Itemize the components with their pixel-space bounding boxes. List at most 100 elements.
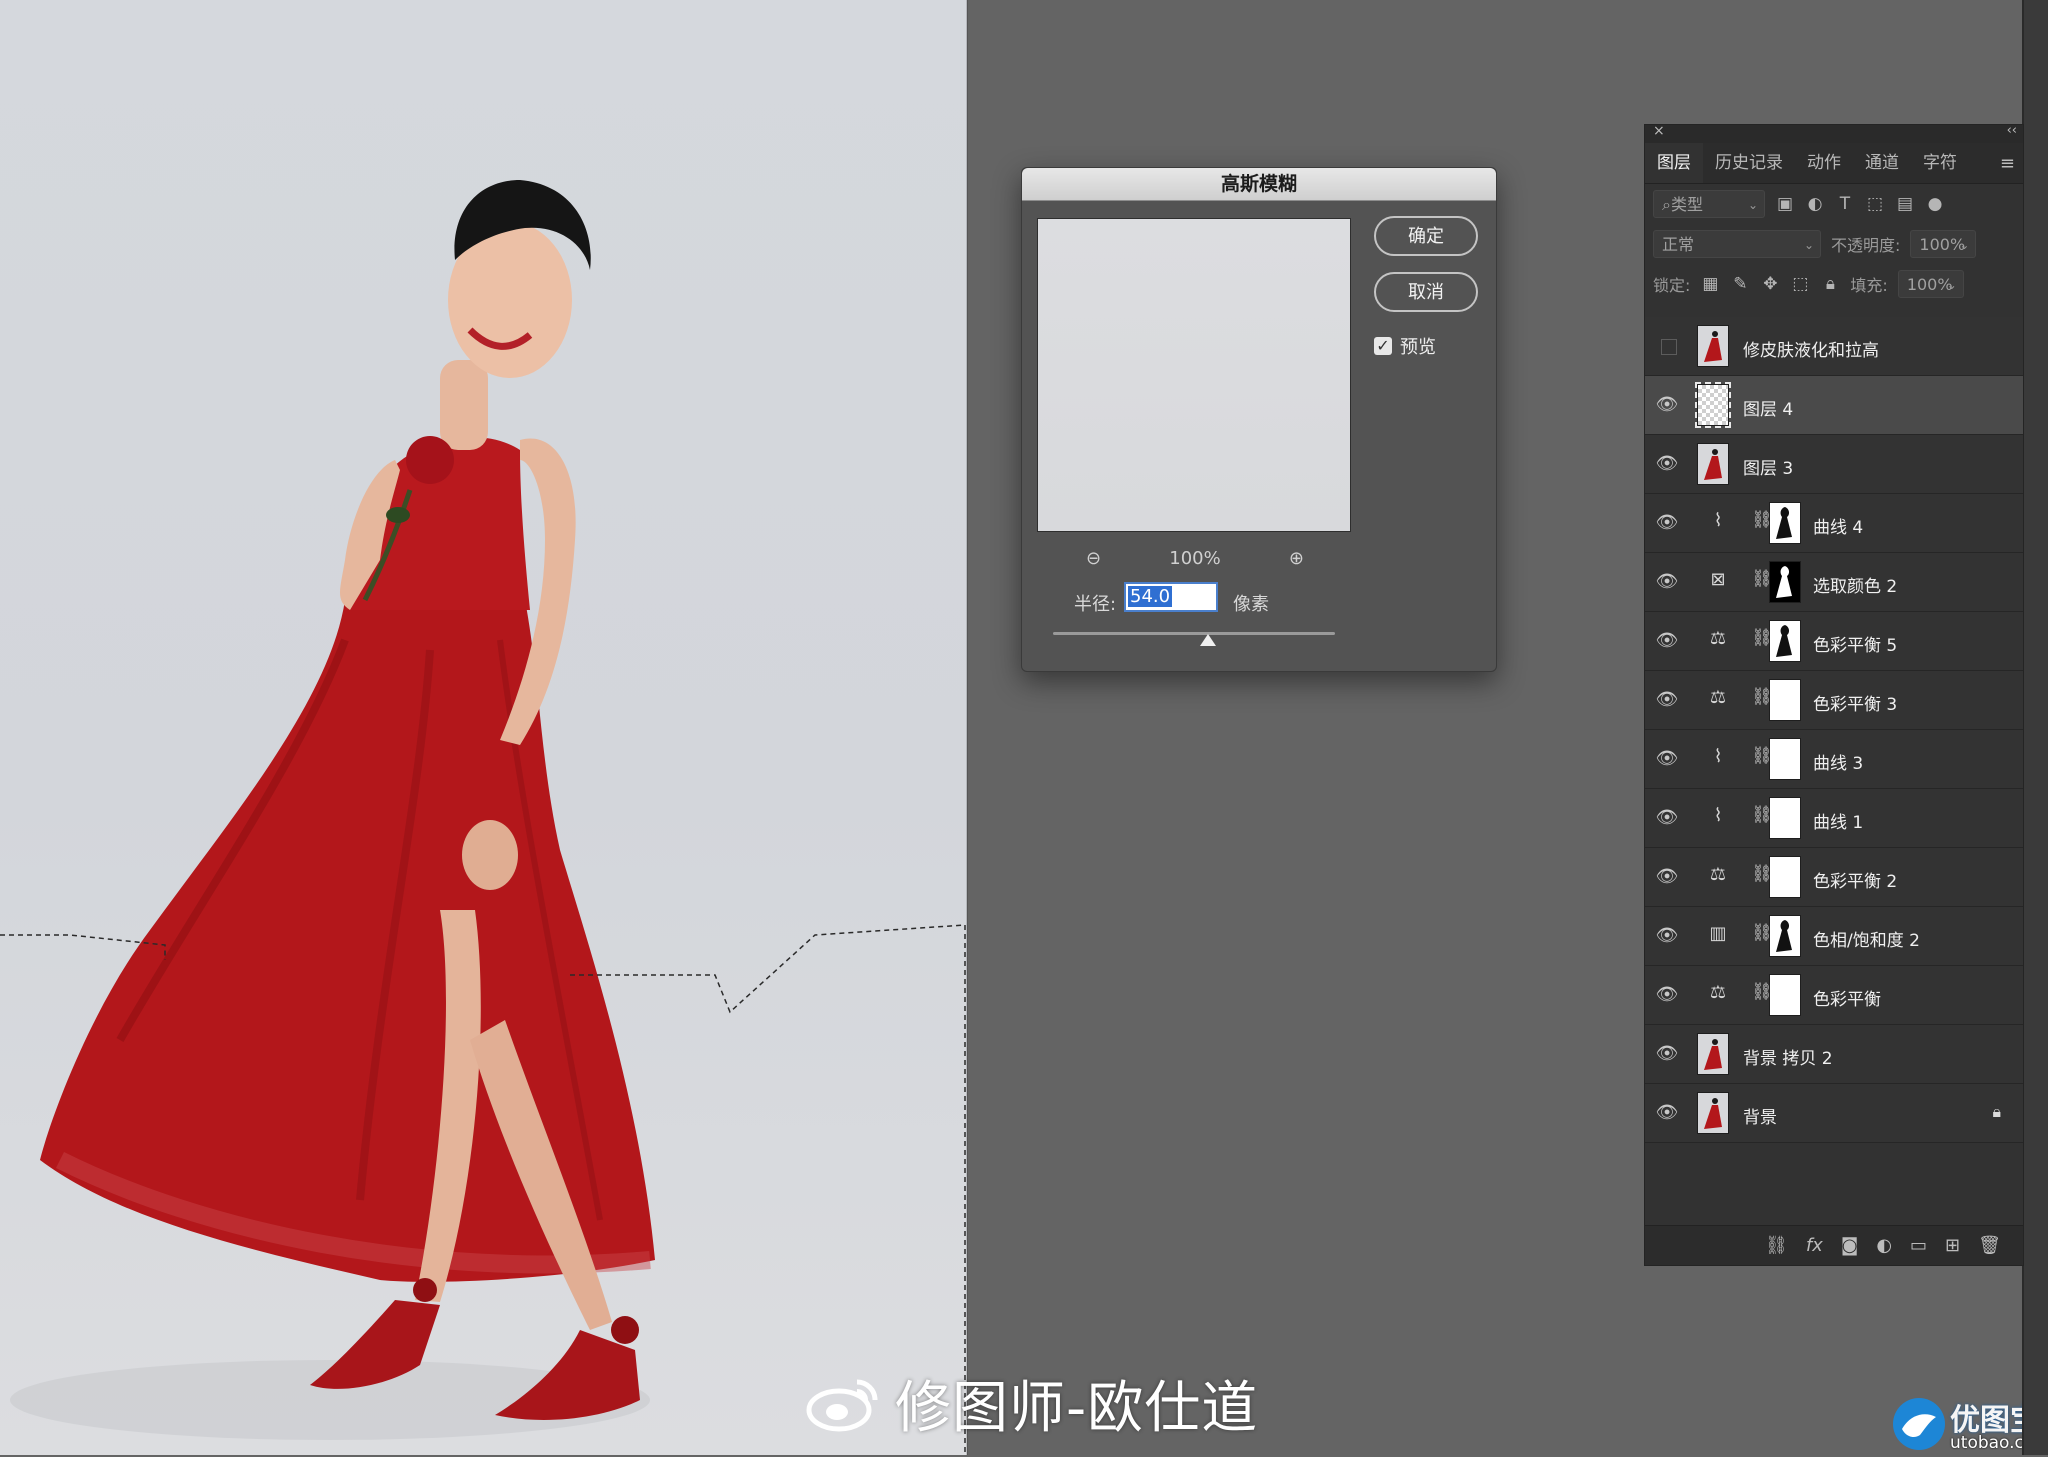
layer-mask-thumbnail[interactable] — [1769, 797, 1801, 839]
curves-icon[interactable]: ⌇ — [1705, 746, 1731, 767]
curves-icon[interactable]: ⌇ — [1705, 805, 1731, 826]
layer-row[interactable]: 👁︎ ⌇ ⛓︎ 曲线 4 — [1645, 494, 2023, 553]
visibility-eye-icon[interactable]: 👁︎ — [1655, 984, 1679, 1005]
color-balance-icon[interactable]: ⚖︎ — [1705, 687, 1731, 708]
lock-transparent-icon[interactable]: ▦ — [1700, 274, 1720, 294]
dialog-title[interactable]: 高斯模糊 — [1022, 168, 1496, 201]
filter-toggle-icon[interactable]: ● — [1925, 194, 1945, 214]
layer-mask-thumbnail[interactable] — [1769, 620, 1801, 662]
visibility-eye-icon[interactable]: 👁︎ — [1655, 689, 1679, 710]
new-group-icon[interactable]: ▭ — [1910, 1235, 1927, 1256]
layer-name[interactable]: 修皮肤液化和拉高 — [1743, 336, 1879, 361]
layer-name[interactable]: 曲线 3 — [1813, 749, 1863, 774]
tab-character[interactable]: 字符 — [1911, 143, 1969, 183]
preview-checkbox-group[interactable]: ✓ 预览 — [1374, 333, 1436, 359]
layer-name[interactable]: 色彩平衡 2 — [1813, 867, 1897, 892]
layer-thumbnail[interactable] — [1697, 1092, 1729, 1134]
layer-thumbnail[interactable] — [1697, 1033, 1729, 1075]
filter-shape-icon[interactable]: ⬚ — [1865, 194, 1885, 214]
selective-color-icon[interactable]: ⊠ — [1705, 569, 1731, 590]
radius-input[interactable]: 54.0 — [1124, 582, 1218, 612]
layer-name[interactable]: 曲线 4 — [1813, 513, 1863, 538]
filter-pixel-icon[interactable]: ▣ — [1775, 194, 1795, 214]
layer-name[interactable]: 色彩平衡 3 — [1813, 690, 1897, 715]
lock-paint-icon[interactable]: ✎ — [1730, 274, 1750, 294]
hue-saturation-icon[interactable]: ▥ — [1705, 923, 1731, 944]
visibility-eye-icon[interactable]: 👁︎ — [1655, 748, 1679, 769]
cancel-button[interactable]: 取消 — [1374, 272, 1478, 312]
layer-row[interactable]: 👁︎ ⊠ ⛓︎ 选取颜色 2 — [1645, 553, 2023, 612]
layer-thumbnail[interactable] — [1697, 443, 1729, 485]
layer-name[interactable]: 选取颜色 2 — [1813, 572, 1897, 597]
layer-row[interactable]: 修皮肤液化和拉高 — [1645, 317, 2023, 376]
visibility-eye-icon[interactable]: 👁︎ — [1655, 1102, 1679, 1123]
layer-row[interactable]: 👁︎ 图层 3 — [1645, 435, 2023, 494]
zoom-in-icon[interactable]: ⊕ — [1289, 548, 1304, 569]
opacity-field[interactable]: 100% ⌄ — [1910, 230, 1977, 258]
filter-smart-icon[interactable]: ▤ — [1895, 194, 1915, 214]
color-balance-icon[interactable]: ⚖︎ — [1705, 628, 1731, 649]
layer-thumbnail[interactable] — [1695, 382, 1731, 428]
layer-name[interactable]: 图层 3 — [1743, 454, 1793, 479]
new-adjustment-icon[interactable]: ◐ — [1876, 1235, 1892, 1256]
delete-layer-icon[interactable]: 🗑︎ — [1978, 1235, 2001, 1256]
radius-slider-thumb[interactable] — [1200, 634, 1217, 646]
new-layer-icon[interactable]: ⊞ — [1945, 1235, 1960, 1256]
layer-name[interactable]: 曲线 1 — [1813, 808, 1863, 833]
color-balance-icon[interactable]: ⚖︎ — [1705, 864, 1731, 885]
layer-row[interactable]: 👁︎ ⚖︎ ⛓︎ 色彩平衡 5 — [1645, 612, 2023, 671]
layer-style-icon[interactable]: fx — [1806, 1235, 1823, 1256]
visibility-eye-icon[interactable]: 👁︎ — [1655, 453, 1679, 474]
tab-layers[interactable]: 图层 — [1645, 143, 1703, 183]
curves-icon[interactable]: ⌇ — [1705, 510, 1731, 531]
zoom-out-icon[interactable]: ⊖ — [1086, 548, 1101, 569]
visibility-eye-icon[interactable]: 👁︎ — [1655, 630, 1679, 651]
layer-row[interactable]: 👁︎ ▥ ⛓︎ 色相/饱和度 2 — [1645, 907, 2023, 966]
layer-row[interactable]: 👁︎ 图层 4 — [1645, 376, 2023, 435]
visibility-eye-icon[interactable]: 👁︎ — [1655, 394, 1679, 415]
layer-name[interactable]: 背景 — [1743, 1103, 1777, 1128]
layer-row[interactable]: 👁︎ 背景 拷贝 2 — [1645, 1025, 2023, 1084]
visibility-eye-icon[interactable]: 👁︎ — [1655, 807, 1679, 828]
visibility-off-box[interactable] — [1661, 339, 1677, 355]
panel-menu-icon[interactable]: ≡ — [2000, 153, 2015, 174]
layer-row[interactable]: 👁︎ ⌇ ⛓︎ 曲线 3 — [1645, 730, 2023, 789]
ok-button[interactable]: 确定 — [1374, 216, 1478, 256]
layer-mask-thumbnail[interactable] — [1769, 502, 1801, 544]
layer-thumbnail[interactable] — [1697, 325, 1729, 367]
layer-mask-thumbnail[interactable] — [1769, 738, 1801, 780]
visibility-eye-icon[interactable]: 👁︎ — [1655, 1043, 1679, 1064]
layer-name[interactable]: 图层 4 — [1743, 395, 1793, 420]
layer-name[interactable]: 色相/饱和度 2 — [1813, 926, 1920, 951]
layer-row[interactable]: 👁︎ ⚖︎ ⛓︎ 色彩平衡 2 — [1645, 848, 2023, 907]
document-canvas[interactable] — [0, 0, 967, 1455]
collapse-icon[interactable]: ‹‹ — [2007, 123, 2017, 138]
lock-position-icon[interactable]: ✥ — [1760, 274, 1780, 294]
layer-mask-thumbnail[interactable] — [1769, 974, 1801, 1016]
link-layers-icon[interactable]: ⛓︎ — [1765, 1235, 1788, 1256]
add-mask-icon[interactable]: ◙ — [1841, 1235, 1858, 1256]
lock-all-icon[interactable]: 🔒︎ — [1820, 274, 1840, 294]
layer-row[interactable]: 👁︎ ⌇ ⛓︎ 曲线 1 — [1645, 789, 2023, 848]
layer-name[interactable]: 色彩平衡 5 — [1813, 631, 1897, 656]
filter-adjustment-icon[interactable]: ◐ — [1805, 194, 1825, 214]
lock-artboard-icon[interactable]: ⬚ — [1790, 274, 1810, 294]
visibility-eye-icon[interactable]: 👁︎ — [1655, 512, 1679, 533]
layer-name[interactable]: 背景 拷贝 2 — [1743, 1044, 1833, 1069]
layer-mask-thumbnail[interactable] — [1769, 679, 1801, 721]
blend-mode-select[interactable]: 正常 ⌄ — [1653, 230, 1821, 258]
close-icon[interactable]: × — [1653, 123, 1665, 139]
layer-row[interactable]: 👁︎ 背景 🔒︎ — [1645, 1084, 2023, 1143]
tab-history[interactable]: 历史记录 — [1703, 143, 1795, 183]
layer-filter-select[interactable]: ⌕类型 ⌄ — [1653, 190, 1765, 218]
layer-row[interactable]: 👁︎ ⚖︎ ⛓︎ 色彩平衡 — [1645, 966, 2023, 1025]
layer-mask-thumbnail[interactable] — [1769, 856, 1801, 898]
visibility-eye-icon[interactable]: 👁︎ — [1655, 866, 1679, 887]
color-balance-icon[interactable]: ⚖︎ — [1705, 982, 1731, 1003]
layer-mask-thumbnail[interactable] — [1769, 561, 1801, 603]
tab-actions[interactable]: 动作 — [1795, 143, 1853, 183]
preview-checkbox[interactable]: ✓ — [1374, 337, 1392, 355]
blur-preview[interactable] — [1037, 218, 1351, 532]
visibility-eye-icon[interactable]: 👁︎ — [1655, 571, 1679, 592]
layer-row[interactable]: 👁︎ ⚖︎ ⛓︎ 色彩平衡 3 — [1645, 671, 2023, 730]
